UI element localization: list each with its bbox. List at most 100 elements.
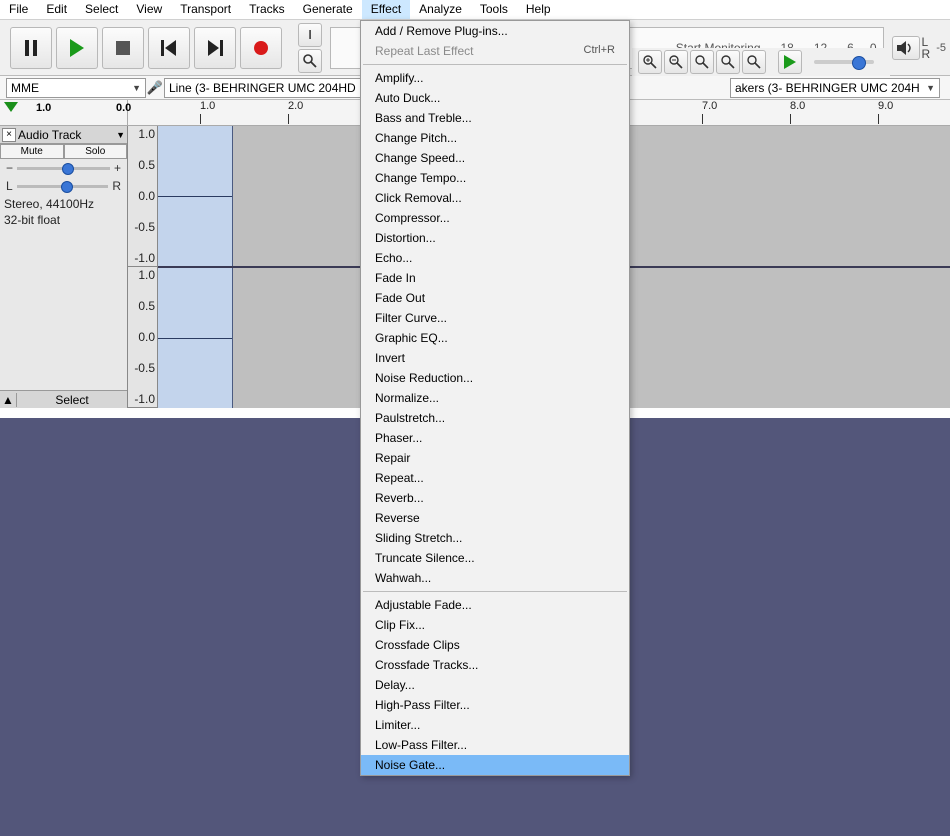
playback-meter[interactable]: L R bbox=[920, 36, 933, 60]
zoom-tool-icon[interactable] bbox=[298, 49, 322, 73]
effect-item-adjustable-fade[interactable]: Adjustable Fade... bbox=[361, 595, 629, 615]
effect-item-change-tempo[interactable]: Change Tempo... bbox=[361, 168, 629, 188]
effect-item-crossfade-clips[interactable]: Crossfade Clips bbox=[361, 635, 629, 655]
effect-item-crossfade-tracks[interactable]: Crossfade Tracks... bbox=[361, 655, 629, 675]
play-head-icon bbox=[4, 102, 18, 112]
playback-device-select[interactable]: akers (3- BEHRINGER UMC 204H▼ bbox=[730, 78, 940, 98]
effect-item-graphic-eq[interactable]: Graphic EQ... bbox=[361, 328, 629, 348]
effect-item-add-remove-plug-ins[interactable]: Add / Remove Plug-ins... bbox=[361, 21, 629, 41]
effect-item-amplify[interactable]: Amplify... bbox=[361, 68, 629, 88]
speaker-icon[interactable] bbox=[892, 36, 920, 60]
playback-speed-slider[interactable] bbox=[814, 60, 874, 64]
mute-button[interactable]: Mute bbox=[0, 144, 64, 159]
menu-edit[interactable]: Edit bbox=[37, 0, 76, 19]
effect-item-delay[interactable]: Delay... bbox=[361, 675, 629, 695]
ruler-tick: 9.0 bbox=[878, 100, 893, 112]
effect-item-normalize[interactable]: Normalize... bbox=[361, 388, 629, 408]
pause-button[interactable] bbox=[10, 27, 52, 69]
effect-item-distortion[interactable]: Distortion... bbox=[361, 228, 629, 248]
play-at-speed-button[interactable] bbox=[778, 50, 802, 74]
effect-item-reverb[interactable]: Reverb... bbox=[361, 488, 629, 508]
effect-item-limiter[interactable]: Limiter... bbox=[361, 715, 629, 735]
effect-item-high-pass-filter[interactable]: High-Pass Filter... bbox=[361, 695, 629, 715]
effect-item-repair[interactable]: Repair bbox=[361, 448, 629, 468]
effect-item-invert[interactable]: Invert bbox=[361, 348, 629, 368]
menu-select[interactable]: Select bbox=[76, 0, 127, 19]
effect-item-bass-and-treble[interactable]: Bass and Treble... bbox=[361, 108, 629, 128]
menu-tools[interactable]: Tools bbox=[471, 0, 517, 19]
ruler-tick: 1.0 bbox=[200, 100, 215, 112]
record-button[interactable] bbox=[240, 27, 282, 69]
amp-label: -1.0 bbox=[130, 392, 155, 406]
skip-end-button[interactable] bbox=[194, 27, 236, 69]
audio-clip[interactable] bbox=[158, 126, 233, 266]
pan-left-label: L bbox=[6, 179, 13, 193]
effect-item-compressor[interactable]: Compressor... bbox=[361, 208, 629, 228]
play-at-speed-group bbox=[778, 50, 884, 74]
effect-item-change-speed[interactable]: Change Speed... bbox=[361, 148, 629, 168]
gain-slider[interactable] bbox=[17, 167, 110, 170]
menu-tracks[interactable]: Tracks bbox=[240, 0, 294, 19]
effect-item-noise-reduction[interactable]: Noise Reduction... bbox=[361, 368, 629, 388]
select-track-button[interactable]: Select bbox=[16, 393, 127, 407]
recording-device-label: Line (3- BEHRINGER UMC 204HD bbox=[169, 81, 356, 95]
menu-file[interactable]: File bbox=[0, 0, 37, 19]
track-footer: ▲ Select bbox=[0, 390, 127, 408]
pan-slider[interactable] bbox=[17, 185, 109, 188]
track-menu-icon[interactable]: ▼ bbox=[116, 130, 125, 140]
effect-item-auto-duck[interactable]: Auto Duck... bbox=[361, 88, 629, 108]
effect-item-paulstretch[interactable]: Paulstretch... bbox=[361, 408, 629, 428]
zoom-toggle-button[interactable] bbox=[742, 50, 766, 74]
effect-item-repeat[interactable]: Repeat... bbox=[361, 468, 629, 488]
effect-item-truncate-silence[interactable]: Truncate Silence... bbox=[361, 548, 629, 568]
pan-right-label: R bbox=[112, 179, 121, 193]
effect-item-repeat-last-effect: Repeat Last EffectCtrl+R bbox=[361, 41, 629, 61]
transport-controls bbox=[0, 27, 292, 69]
audio-host-select[interactable]: MME▼ bbox=[6, 78, 146, 98]
effect-item-clip-fix[interactable]: Clip Fix... bbox=[361, 615, 629, 635]
zoom-out-button[interactable] bbox=[664, 50, 688, 74]
effect-item-low-pass-filter[interactable]: Low-Pass Filter... bbox=[361, 735, 629, 755]
amp-label: 1.0 bbox=[130, 268, 155, 282]
play-button[interactable] bbox=[56, 27, 98, 69]
menu-generate[interactable]: Generate bbox=[294, 0, 362, 19]
effect-item-change-pitch[interactable]: Change Pitch... bbox=[361, 128, 629, 148]
recording-device-select[interactable]: Line (3- BEHRINGER UMC 204HD bbox=[164, 78, 364, 98]
amp-label: -0.5 bbox=[130, 220, 155, 234]
effect-item-wahwah[interactable]: Wahwah... bbox=[361, 568, 629, 588]
ruler-tick: 1.0 bbox=[36, 102, 51, 114]
track-header[interactable]: × Audio Track ▼ bbox=[0, 126, 127, 144]
audio-clip[interactable] bbox=[158, 268, 233, 408]
menu-effect[interactable]: Effect bbox=[362, 0, 410, 19]
skip-start-button[interactable] bbox=[148, 27, 190, 69]
solo-button[interactable]: Solo bbox=[64, 144, 128, 159]
close-track-button[interactable]: × bbox=[2, 128, 16, 142]
amp-label: 1.0 bbox=[130, 127, 155, 141]
fit-selection-button[interactable] bbox=[690, 50, 714, 74]
effect-item-filter-curve[interactable]: Filter Curve... bbox=[361, 308, 629, 328]
effect-item-noise-gate[interactable]: Noise Gate... bbox=[361, 755, 629, 775]
effect-item-reverse[interactable]: Reverse bbox=[361, 508, 629, 528]
track-control-panel: × Audio Track ▼ Mute Solo − + L R Stereo… bbox=[0, 126, 128, 408]
meter-r: R bbox=[922, 48, 931, 60]
effect-item-phaser[interactable]: Phaser... bbox=[361, 428, 629, 448]
menu-view[interactable]: View bbox=[127, 0, 171, 19]
collapse-track-button[interactable]: ▲ bbox=[0, 393, 16, 407]
effect-item-fade-in[interactable]: Fade In bbox=[361, 268, 629, 288]
menu-help[interactable]: Help bbox=[517, 0, 560, 19]
menu-analyze[interactable]: Analyze bbox=[410, 0, 471, 19]
amplitude-scale: 1.00.50.0-0.5-1.0 1.00.50.0-0.5-1.0 bbox=[128, 126, 158, 408]
track-format-line: Stereo, 44100Hz bbox=[4, 197, 123, 213]
effect-item-click-removal[interactable]: Click Removal... bbox=[361, 188, 629, 208]
zoom-in-button[interactable] bbox=[638, 50, 662, 74]
menu-transport[interactable]: Transport bbox=[171, 0, 240, 19]
effect-item-sliding-stretch[interactable]: Sliding Stretch... bbox=[361, 528, 629, 548]
stop-button[interactable] bbox=[102, 27, 144, 69]
effect-item-fade-out[interactable]: Fade Out bbox=[361, 288, 629, 308]
selection-tool-icon[interactable]: I bbox=[298, 23, 322, 47]
ruler-tick: 7.0 bbox=[702, 100, 717, 112]
effect-item-echo[interactable]: Echo... bbox=[361, 248, 629, 268]
gain-plus-label: + bbox=[114, 161, 121, 175]
meter-last-tick: -5 bbox=[936, 42, 946, 54]
fit-project-button[interactable] bbox=[716, 50, 740, 74]
